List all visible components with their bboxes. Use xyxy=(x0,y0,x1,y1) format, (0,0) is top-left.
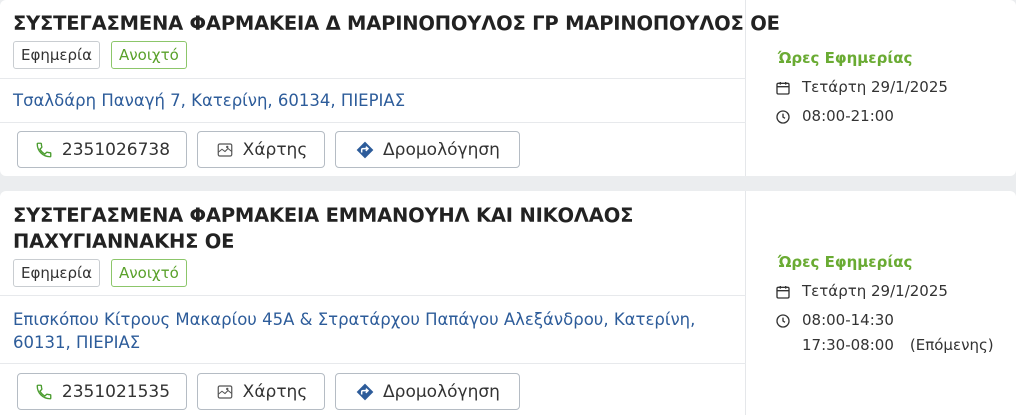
pharmacy-title-line: ΣΥΣΤΕΓΑΣΜΕΝΑ ΦΑΡΜΑΚΕΙΑ Δ ΜΑΡΙΝΟΠΟΥΛΟΣ ΓΡ… xyxy=(13,12,780,35)
route-label: Δρομολόγηση xyxy=(383,381,500,402)
duty-time-row: 08:00-21:00 xyxy=(774,106,894,127)
phone-number: 2351026738 xyxy=(61,139,171,160)
badge-group: Εφημερία Ανοιχτό xyxy=(13,41,187,69)
duty-hours-panel: Ώρες Εφημερίας Τετάρτη 29/1/2025 08:00-2… xyxy=(747,0,1016,176)
duty-time: 08:00-21:00 xyxy=(802,107,894,125)
phone-number: 2351021535 xyxy=(61,381,171,402)
open-status-badge: Ανοιχτό xyxy=(111,259,187,287)
route-button[interactable]: Δρομολόγηση xyxy=(335,131,520,168)
map-button[interactable]: Χάρτης xyxy=(197,373,325,410)
next-day-note: (Επόμενης) xyxy=(909,336,994,354)
phone-icon xyxy=(34,140,54,160)
phone-icon xyxy=(34,382,54,402)
duty-hours-title: Ώρες Εφημερίας xyxy=(778,253,913,271)
action-buttons: 2351026738 Χάρτης Δρομολόγηση xyxy=(17,131,520,168)
map-button[interactable]: Χάρτης xyxy=(197,131,325,168)
map-label: Χάρτης xyxy=(242,139,308,160)
map-icon xyxy=(215,140,235,160)
divider xyxy=(0,295,746,296)
pharmacy-title: ΣΥΣΤΕΓΑΣΜΕΝΑ ΦΑΡΜΑΚΕΙΑ ΕΜΜΑΝΟΥΗΛ ΚΑΙ ΝΙΚ… xyxy=(13,203,633,255)
route-label: Δρομολόγηση xyxy=(383,139,500,160)
map-label: Χάρτης xyxy=(242,381,308,402)
duty-date-row: Τετάρτη 29/1/2025 xyxy=(774,281,948,302)
duty-hours-title: Ώρες Εφημερίας xyxy=(778,49,913,67)
route-icon xyxy=(355,382,375,402)
pharmacy-title: ΣΥΣΤΕΓΑΣΜΕΝΑ ΦΑΡΜΑΚΕΙΑ Δ ΜΑΡΙΝΟΠΟΥΛΟΣ ΓΡ… xyxy=(13,11,780,37)
address-link[interactable]: Τσαλδάρη Παναγή 7, Κατερίνη, 60134, ΠΙΕΡ… xyxy=(13,89,733,112)
pharmacy-info: ΣΥΣΤΕΓΑΣΜΕΝΑ ΦΑΡΜΑΚΕΙΑ Δ ΜΑΡΙΝΟΠΟΥΛΟΣ ΓΡ… xyxy=(0,0,780,176)
divider xyxy=(0,363,746,364)
pharmacy-title-line: ΠΑΧΥΓΙΑΝΝΑΚΗΣ ΟΕ xyxy=(13,230,235,253)
duty-time-row: 08:00-14:30 17:30-08:00 (Επόμενης) xyxy=(774,310,994,356)
duty-time: 08:00-14:30 xyxy=(802,311,894,329)
duty-time-value: 17:30-08:00 xyxy=(802,336,894,354)
duty-hours-panel: Ώρες Εφημερίας Τετάρτη 29/1/2025 08:00-1… xyxy=(747,191,1016,415)
pharmacy-info: ΣΥΣΤΕΓΑΣΜΕΝΑ ΦΑΡΜΑΚΕΙΑ ΕΜΜΑΝΟΥΗΛ ΚΑΙ ΝΙΚ… xyxy=(0,191,746,415)
duty-time: 17:30-08:00 (Επόμενης) xyxy=(802,335,994,356)
address-line: 60131, ΠΙΕΡΙΑΣ xyxy=(13,333,141,352)
duty-date: Τετάρτη 29/1/2025 xyxy=(802,78,948,96)
badge-group: Εφημερία Ανοιχτό xyxy=(13,259,187,287)
address-line: Τσαλδάρη Παναγή 7, Κατερίνη, 60134, ΠΙΕΡ… xyxy=(13,91,406,110)
clock-icon xyxy=(774,106,792,127)
duty-date-row: Τετάρτη 29/1/2025 xyxy=(774,77,948,98)
pharmacy-title-line: ΣΥΣΤΕΓΑΣΜΕΝΑ ΦΑΡΜΑΚΕΙΑ ΕΜΜΑΝΟΥΗΛ ΚΑΙ ΝΙΚ… xyxy=(13,204,634,227)
map-icon xyxy=(215,382,235,402)
address-link[interactable]: Επισκόπου Κίτρους Μακαρίου 45Α & Στρατάρ… xyxy=(13,308,733,354)
duty-badge: Εφημερία xyxy=(13,259,101,287)
route-button[interactable]: Δρομολόγηση xyxy=(335,373,520,410)
phone-button[interactable]: 2351026738 xyxy=(17,131,187,168)
calendar-icon xyxy=(774,77,792,98)
route-icon xyxy=(355,140,375,160)
pharmacy-card: ΣΥΣΤΕΓΑΣΜΕΝΑ ΦΑΡΜΑΚΕΙΑ Δ ΜΑΡΙΝΟΠΟΥΛΟΣ ΓΡ… xyxy=(0,0,1016,176)
divider xyxy=(0,78,746,79)
action-buttons: 2351021535 Χάρτης Δρομολόγηση xyxy=(17,373,520,410)
calendar-icon xyxy=(774,281,792,302)
duty-date: Τετάρτη 29/1/2025 xyxy=(802,282,948,300)
phone-button[interactable]: 2351021535 xyxy=(17,373,187,410)
duty-badge: Εφημερία xyxy=(13,41,101,69)
divider xyxy=(0,122,746,123)
clock-icon xyxy=(774,310,792,331)
open-status-badge: Ανοιχτό xyxy=(111,41,187,69)
pharmacy-card: ΣΥΣΤΕΓΑΣΜΕΝΑ ΦΑΡΜΑΚΕΙΑ ΕΜΜΑΝΟΥΗΛ ΚΑΙ ΝΙΚ… xyxy=(0,191,1016,415)
address-line: Επισκόπου Κίτρους Μακαρίου 45Α & Στρατάρ… xyxy=(13,310,696,329)
